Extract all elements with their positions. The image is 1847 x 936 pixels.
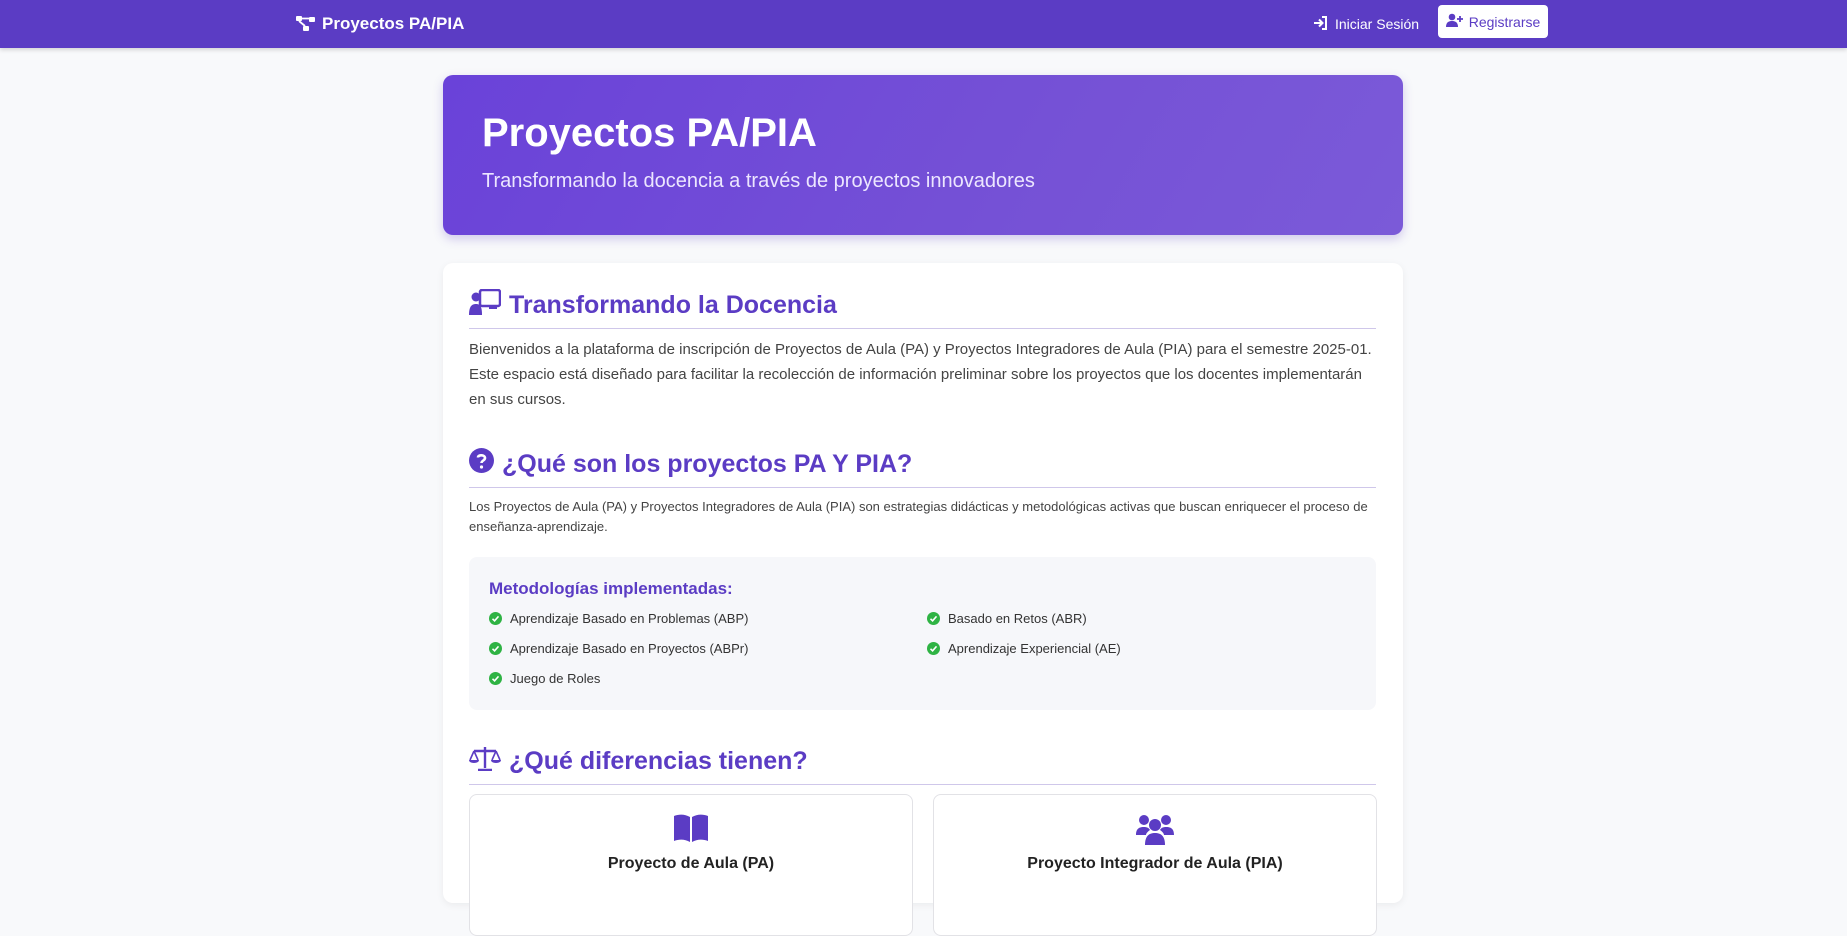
check-circle-icon <box>927 612 940 625</box>
sign-in-icon <box>1313 15 1328 33</box>
brand-name: Proyectos PA/PIA <box>322 14 465 33</box>
list-item: Basado en Retos (ABR) <box>927 611 1087 626</box>
hero-title: Proyectos PA/PIA <box>482 111 817 155</box>
user-plus-icon <box>1445 13 1463 30</box>
book-open-icon <box>470 813 912 843</box>
method-label: Aprendizaje Basado en Proyectos (ABPr) <box>510 641 749 656</box>
check-circle-icon <box>489 612 502 625</box>
pia-title: Proyecto Integrador de Aula (PIA) <box>1027 855 1283 872</box>
methodologies-box: Metodologías implementadas: Aprendizaje … <box>469 557 1376 710</box>
brand-link[interactable]: Proyectos PA/PIA <box>296 12 464 36</box>
section-title: ¿Qué diferencias tienen? <box>509 746 808 775</box>
hero-subtitle: Transformando la docencia a través de pr… <box>482 170 1035 192</box>
users-icon <box>934 813 1376 845</box>
login-label: Iniciar Sesión <box>1335 16 1420 32</box>
register-button[interactable]: Registrarse <box>1438 5 1548 38</box>
method-label: Juego de Roles <box>510 671 601 686</box>
list-item: Aprendizaje Basado en Proyectos (ABPr) <box>489 641 748 656</box>
section-heading-diferencias: ¿Qué diferencias tienen? <box>469 743 1376 785</box>
question-circle-icon <box>469 448 494 480</box>
list-item: Juego de Roles <box>489 671 600 686</box>
pa-card: Proyecto de Aula (PA) <box>469 794 913 936</box>
list-item: Aprendizaje Experiencial (AE) <box>927 641 1121 656</box>
top-navbar: Proyectos PA/PIA Iniciar Sesión Registra… <box>0 0 1847 48</box>
section-title: ¿Qué son los proyectos PA Y PIA? <box>502 449 913 478</box>
section-heading-transformando: Transformando la Docencia <box>469 287 1376 329</box>
methodologies-title: Metodologías implementadas: <box>489 579 733 598</box>
pa-title: Proyecto de Aula (PA) <box>607 855 775 872</box>
intro-paragraph: Bienvenidos a la plataforma de inscripci… <box>469 341 1372 408</box>
balance-scale-icon <box>469 745 501 778</box>
project-diagram-icon <box>296 16 316 32</box>
section-title: Transformando la Docencia <box>509 290 837 319</box>
content-card: Transformando la Docencia Bienvenidos a … <box>443 263 1403 936</box>
method-label: Aprendizaje Experiencial (AE) <box>948 641 1121 656</box>
method-label: Aprendizaje Basado en Problemas (ABP) <box>510 611 749 626</box>
check-circle-icon <box>927 642 940 655</box>
pia-card: Proyecto Integrador de Aula (PIA) <box>933 794 1377 936</box>
list-item: Aprendizaje Basado en Problemas (ABP) <box>489 611 748 626</box>
login-link[interactable]: Iniciar Sesión <box>1313 12 1419 36</box>
check-circle-icon <box>489 672 502 685</box>
register-label: Registrarse <box>1468 13 1541 30</box>
section-heading-que-son: ¿Qué son los proyectos PA Y PIA? <box>469 446 1376 488</box>
pa-pia-description: Los Proyectos de Aula (PA) y Proyectos I… <box>469 499 1368 534</box>
chalkboard-teacher-icon <box>469 288 502 322</box>
hero-banner: Proyectos PA/PIA Transformando la docenc… <box>443 75 1403 235</box>
method-label: Basado en Retos (ABR) <box>948 611 1087 626</box>
check-circle-icon <box>489 642 502 655</box>
